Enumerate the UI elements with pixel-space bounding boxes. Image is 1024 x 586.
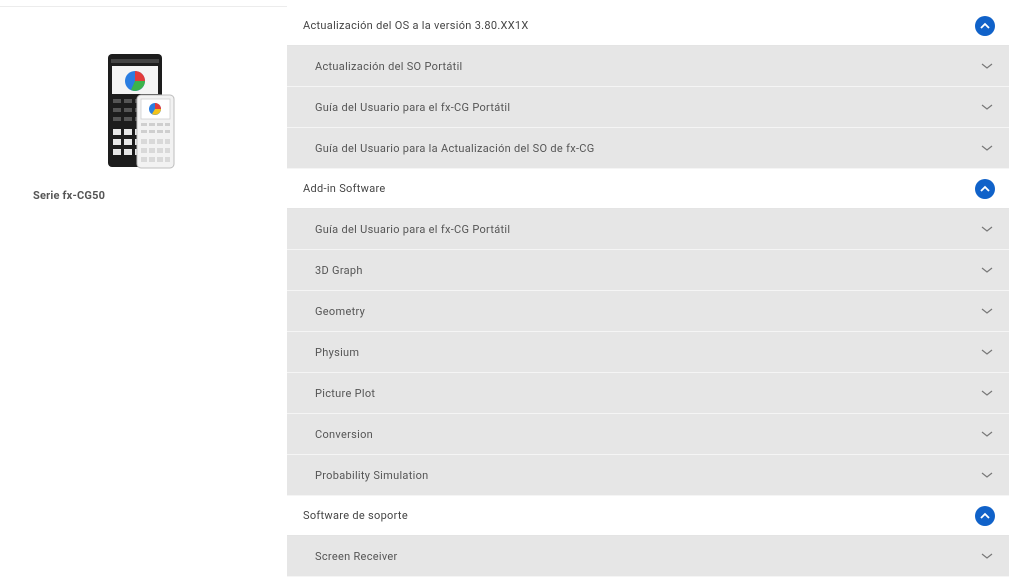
list-item[interactable]: Guía del Usuario para el fx-CG Portátil [287, 209, 1009, 250]
chevron-up-icon[interactable] [975, 505, 995, 526]
section-header-support-software[interactable]: Software de soporte [287, 496, 1009, 536]
section-title: Actualización del OS a la versión 3.80.X… [303, 19, 529, 32]
list-item-label: 3D Graph [315, 263, 363, 277]
chevron-down-icon[interactable] [981, 389, 993, 397]
chevron-down-icon[interactable] [981, 144, 993, 152]
section-title: Software de soporte [303, 509, 408, 522]
chevron-up-icon[interactable] [975, 178, 995, 199]
list-item[interactable]: Geometry [287, 291, 1009, 332]
downloads-accordion: Actualización del OS a la versión 3.80.X… [287, 6, 1009, 577]
chevron-down-icon[interactable] [981, 62, 993, 70]
list-item-label: Conversion [315, 427, 374, 441]
list-item[interactable]: Physium [287, 332, 1009, 373]
list-item-label: Guía del Usuario para el fx-CG Portátil [315, 100, 511, 114]
calculator-image [108, 54, 175, 169]
chevron-down-icon[interactable] [981, 103, 993, 111]
chevron-down-icon[interactable] [981, 430, 993, 438]
chevron-down-icon[interactable] [981, 552, 993, 560]
chevron-down-icon[interactable] [981, 348, 993, 356]
chevron-down-icon[interactable] [981, 225, 993, 233]
list-item-label: Guía del Usuario para la Actualización d… [315, 141, 595, 155]
list-item-label: Actualización del SO Portátil [315, 59, 463, 73]
section-header-add-in-software[interactable]: Add-in Software [287, 169, 1009, 209]
list-item[interactable]: Guía del Usuario para el fx-CG Portátil [287, 87, 1009, 128]
list-item[interactable]: Screen Receiver [287, 536, 1009, 577]
list-item[interactable]: Actualización del SO Portátil [287, 46, 1009, 87]
divider [0, 6, 287, 7]
chevron-down-icon[interactable] [981, 471, 993, 479]
list-item[interactable]: Guía del Usuario para la Actualización d… [287, 128, 1009, 169]
chevron-up-icon[interactable] [975, 15, 995, 36]
section-title: Add-in Software [303, 182, 386, 195]
list-item-label: Geometry [315, 304, 366, 318]
list-item-label: Screen Receiver [315, 549, 398, 563]
product-name: Serie fx-CG50 [33, 189, 106, 202]
list-item-label: Picture Plot [315, 386, 376, 400]
list-item-label: Guía del Usuario para el fx-CG Portátil [315, 222, 511, 236]
section-header-os-update[interactable]: Actualización del OS a la versión 3.80.X… [287, 6, 1009, 46]
chevron-down-icon[interactable] [981, 307, 993, 315]
list-item-label: Physium [315, 345, 360, 359]
list-item[interactable]: Picture Plot [287, 373, 1009, 414]
list-item[interactable]: Conversion [287, 414, 1009, 455]
product-panel: Serie fx-CG50 [0, 0, 287, 586]
list-item[interactable]: 3D Graph [287, 250, 1009, 291]
chevron-down-icon[interactable] [981, 266, 993, 274]
list-item-label: Probability Simulation [315, 468, 429, 482]
list-item[interactable]: Probability Simulation [287, 455, 1009, 496]
